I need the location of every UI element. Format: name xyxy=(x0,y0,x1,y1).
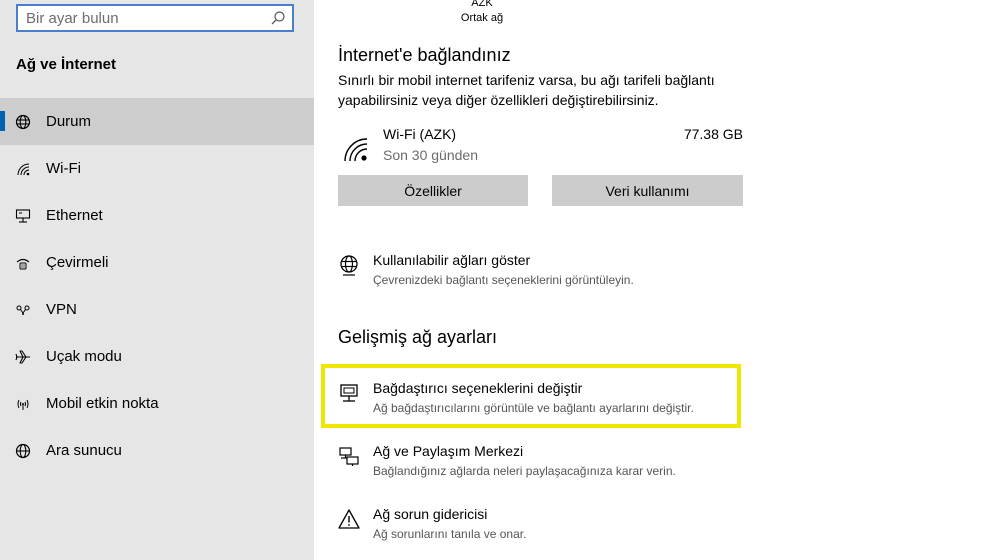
sharing-center-subtitle: Bağlandığınız ağlarda neleri paylaşacağı… xyxy=(373,464,676,478)
sidebar-item-label: Durum xyxy=(46,113,92,130)
network-label: AZK Ortak ağ xyxy=(444,0,520,26)
sharing-center-icon xyxy=(339,447,359,466)
globe-status-icon xyxy=(14,113,32,131)
network-name: AZK xyxy=(471,0,493,9)
vpn-icon xyxy=(14,301,32,319)
network-type: Ortak ağ xyxy=(460,12,504,24)
sidebar-nav: Durum Wi-Fi Ethernet Çevirmeli VPN Uçak … xyxy=(0,98,314,474)
troubleshooter-subtitle: Ağ sorunlarını tanıla ve onar. xyxy=(373,527,527,541)
sidebar-item-label: VPN xyxy=(46,301,77,318)
globe-icon xyxy=(340,255,358,276)
sidebar-item-label: Wi-Fi xyxy=(46,160,81,177)
sidebar-item-label: Çevirmeli xyxy=(46,254,109,271)
show-networks-link[interactable]: Kullanılabilir ağları göster Çevrenizdek… xyxy=(338,252,758,296)
show-networks-title: Kullanılabilir ağları göster xyxy=(373,252,531,268)
sidebar-item-label: Uçak modu xyxy=(46,348,122,365)
wifi-signal-icon xyxy=(344,138,368,162)
sidebar-item-durum[interactable]: Durum xyxy=(0,98,314,145)
sharing-center-title: Ağ ve Paylaşım Merkezi xyxy=(373,443,524,459)
hotspot-icon xyxy=(14,395,32,413)
data-usage-value: 77.38 GB xyxy=(683,126,743,142)
advanced-heading: Gelişmiş ağ ayarları xyxy=(338,327,498,347)
sidebar-item-label: Ethernet xyxy=(46,207,103,224)
connection-row: Wi-Fi (AZK) Son 30 günden 77.38 GB xyxy=(338,123,743,167)
airplane-icon xyxy=(14,348,32,366)
data-usage-button[interactable]: Veri kullanımı xyxy=(552,175,743,206)
troubleshooter-link[interactable]: Ağ sorun gidericisi Ağ sorunlarını tanıl… xyxy=(338,506,758,550)
sidebar-item-ethernet[interactable]: Ethernet xyxy=(0,192,314,239)
sidebar: Ağ ve İnternet Durum Wi-Fi Ethernet Çevi… xyxy=(0,0,314,560)
sidebar-item-mobil-etkin-nokta[interactable]: Mobil etkin nokta xyxy=(0,380,314,427)
ethernet-icon xyxy=(14,207,32,225)
search-icon[interactable] xyxy=(270,10,286,26)
adapter-icon xyxy=(340,384,358,402)
connection-period: Son 30 günden xyxy=(383,147,478,163)
troubleshooter-title: Ağ sorun gidericisi xyxy=(373,506,488,522)
search-box[interactable] xyxy=(16,4,294,32)
status-heading: İnternet'e bağlandınız xyxy=(338,45,511,65)
sidebar-item-vpn[interactable]: VPN xyxy=(0,286,314,333)
proxy-globe-icon xyxy=(14,442,32,460)
sharing-center-link[interactable]: Ağ ve Paylaşım Merkezi Bağlandığınız ağl… xyxy=(338,443,758,487)
section-title: Ağ ve İnternet xyxy=(16,56,117,73)
sidebar-item-wifi[interactable]: Wi-Fi xyxy=(0,145,314,192)
dialup-icon xyxy=(14,254,32,272)
main-content: AZK Ortak ağ İnternet'e bağlandınız Sını… xyxy=(314,0,1000,560)
adapter-options-link[interactable]: Bağdaştırıcı seçeneklerini değiştir Ağ b… xyxy=(338,380,758,424)
sidebar-item-ucak-modu[interactable]: Uçak modu xyxy=(0,333,314,380)
warning-icon xyxy=(338,509,360,529)
wifi-icon xyxy=(14,160,32,178)
adapter-options-title: Bağdaştırıcı seçeneklerini değiştir xyxy=(373,380,583,396)
sidebar-item-ara-sunucu[interactable]: Ara sunucu xyxy=(0,427,314,474)
sidebar-item-cevirmeli[interactable]: Çevirmeli xyxy=(0,239,314,286)
adapter-options-subtitle: Ağ bağdaştırıcılarını görüntüle ve bağla… xyxy=(373,401,694,415)
status-description: Sınırlı bir mobil internet tarifeniz var… xyxy=(338,72,715,108)
sidebar-item-label: Mobil etkin nokta xyxy=(46,395,159,412)
search-input[interactable] xyxy=(18,6,266,30)
connection-name: Wi-Fi (AZK) xyxy=(383,126,457,142)
properties-button[interactable]: Özellikler xyxy=(338,175,528,206)
sidebar-item-label: Ara sunucu xyxy=(46,442,122,459)
show-networks-subtitle: Çevrenizdeki bağlantı seçeneklerini görü… xyxy=(373,273,634,287)
